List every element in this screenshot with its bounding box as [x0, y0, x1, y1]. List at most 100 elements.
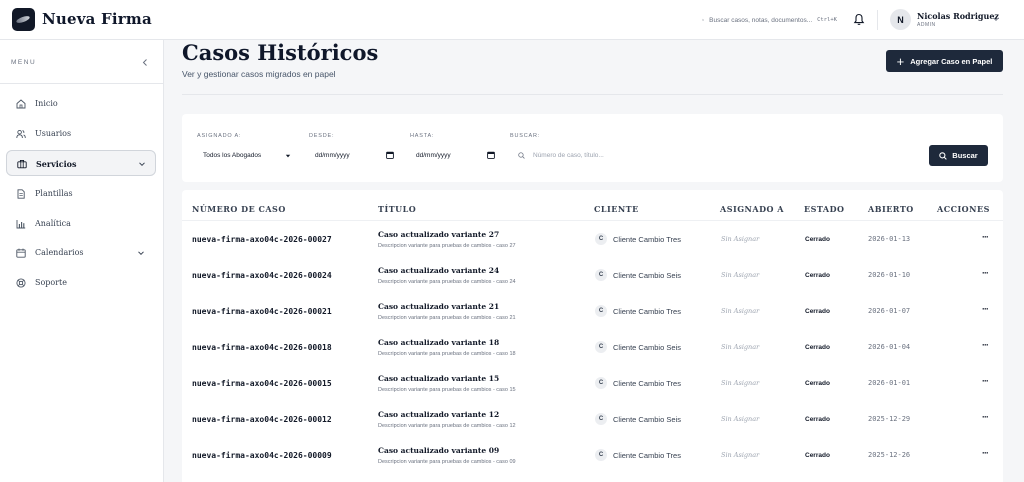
users-icon [16, 129, 26, 139]
sidebar-item-usuarios[interactable]: Usuarios [6, 121, 156, 147]
table-row[interactable]: nueva-firma-axo04c-2026-00027 Caso actual… [182, 222, 1003, 258]
case-number[interactable]: nueva-firma-axo04c-2026-00024 [192, 271, 332, 280]
case-title[interactable]: Caso actualizado variante 18 [378, 338, 499, 347]
column-header-state[interactable]: ESTADO [804, 204, 845, 214]
more-actions-icon[interactable]: ··· [982, 232, 989, 242]
column-header-title[interactable]: TÍTULO [378, 204, 416, 214]
case-title[interactable]: Caso actualizado variante 15 [378, 374, 499, 383]
avatar[interactable]: N [890, 9, 911, 30]
status-badge: Cerrado [805, 236, 830, 243]
to-date-placeholder: dd/mm/yyyy [416, 152, 451, 159]
more-actions-icon[interactable]: ··· [982, 412, 989, 422]
assigned-to: Sin Asignar [721, 307, 760, 315]
case-title[interactable]: Caso actualizado variante 12 [378, 410, 499, 419]
more-actions-icon[interactable]: ··· [982, 268, 989, 278]
calendar-icon [16, 248, 26, 258]
sidebar-item-label: Servicios [36, 159, 77, 169]
search-button[interactable]: Buscar [929, 145, 988, 166]
more-actions-icon[interactable]: ··· [982, 376, 989, 386]
sidebar-item-label: Usuarios [35, 129, 72, 138]
sidebar-item-inicio[interactable]: Inicio [6, 91, 156, 117]
case-number[interactable]: nueva-firma-axo04c-2026-00009 [192, 451, 332, 460]
add-paper-case-button[interactable]: + Agregar Caso en Papel [886, 50, 1003, 72]
case-title[interactable]: Caso actualizado variante 09 [378, 446, 499, 455]
brand-logo[interactable] [12, 8, 35, 31]
case-number[interactable]: nueva-firma-axo04c-2026-00021 [192, 307, 332, 316]
sidebar-header: MENU [0, 40, 163, 84]
user-name[interactable]: Nicolas Rodriguez [917, 11, 999, 21]
search-filter-label: BUSCAR: [510, 133, 541, 139]
assigned-to: Sin Asignar [721, 451, 760, 459]
client-name: Cliente Cambio Tres [613, 307, 681, 316]
sidebar-item-label: Plantillas [35, 189, 73, 198]
case-description: Descripcion variante para pruebas de cam… [378, 351, 516, 357]
case-description: Descripcion variante para pruebas de cam… [378, 459, 516, 465]
status-badge: Cerrado [805, 308, 830, 315]
client-name: Cliente Cambio Tres [613, 451, 681, 460]
search-icon [939, 151, 948, 160]
chevron-down-icon[interactable] [138, 160, 146, 168]
column-header-case-number[interactable]: NÚMERO DE CASO [192, 204, 286, 214]
top-bar: Nueva Firma Buscar casos, notas, documen… [0, 0, 1024, 40]
table-row[interactable]: nueva-firma-axo04c-2026-00018 Caso actual… [182, 330, 1003, 366]
sidebar-item-soporte[interactable]: Soporte [6, 270, 156, 296]
more-actions-icon[interactable]: ··· [982, 340, 989, 350]
chevron-down-icon[interactable] [137, 249, 145, 257]
client-name: Cliente Cambio Seis [613, 271, 681, 280]
column-header-assigned[interactable]: ASIGNADO A [720, 204, 784, 214]
case-number[interactable]: nueva-firma-axo04c-2026-00015 [192, 379, 332, 388]
table-row[interactable]: nueva-firma-axo04c-2026-00012 Caso actual… [182, 402, 1003, 438]
client-avatar: C [595, 341, 607, 353]
assigned-to: Sin Asignar [721, 343, 760, 351]
case-title[interactable]: Caso actualizado variante 21 [378, 302, 499, 311]
sidebar-item-plantillas[interactable]: Plantillas [6, 181, 156, 207]
divider [182, 94, 1003, 95]
assigned-to: Sin Asignar [721, 415, 760, 423]
sidebar-item-label: Inicio [35, 99, 58, 108]
case-number[interactable]: nueva-firma-axo04c-2026-00012 [192, 415, 332, 424]
opened-date: 2025-12-29 [868, 415, 911, 423]
client-avatar: C [595, 233, 607, 245]
calendar-icon[interactable] [386, 151, 394, 159]
file-icon [17, 189, 25, 199]
table-row[interactable]: nueva-firma-axo04c-2026-00009 Caso actual… [182, 438, 1003, 474]
sidebar-item-label: Calendarios [35, 248, 84, 257]
from-date-placeholder: dd/mm/yyyy [315, 152, 350, 159]
case-title[interactable]: Caso actualizado variante 27 [378, 230, 499, 239]
more-actions-icon[interactable]: ··· [982, 304, 989, 314]
caret-down-icon [285, 154, 291, 158]
case-number[interactable]: nueva-firma-axo04c-2026-00018 [192, 343, 332, 352]
bar-chart-icon [16, 220, 26, 229]
global-search-placeholder: Buscar casos, notas, documentos... [709, 16, 813, 24]
status-badge: Cerrado [805, 416, 830, 423]
more-actions-icon[interactable]: ··· [982, 448, 989, 458]
bell-icon[interactable] [853, 13, 865, 26]
column-header-actions: ACCIONES [937, 204, 990, 214]
column-header-client[interactable]: CLIENTE [594, 204, 639, 214]
sidebar-item-analitica[interactable]: Analítica [6, 211, 156, 237]
search-icon [702, 19, 705, 21]
table-row[interactable]: nueva-firma-axo04c-2026-00021 Caso actual… [182, 294, 1003, 330]
client-avatar: C [595, 413, 607, 425]
client-name: Cliente Cambio Seis [613, 415, 681, 424]
home-icon [16, 99, 26, 109]
case-description: Descripcion variante para pruebas de cam… [378, 423, 516, 429]
chevron-down-icon[interactable] [992, 15, 1000, 23]
calendar-icon[interactable] [487, 151, 495, 159]
case-title[interactable]: Caso actualizado variante 24 [378, 266, 499, 275]
menu-label: MENU [11, 59, 37, 66]
global-search[interactable]: Buscar casos, notas, documentos... Ctrl+… [702, 13, 837, 27]
brand-name[interactable]: Nueva Firma [42, 10, 152, 28]
sidebar-item-servicios[interactable]: Servicios [6, 150, 156, 176]
assigned-to: Sin Asignar [721, 271, 760, 279]
table-row[interactable]: nueva-firma-axo04c-2026-00015 Caso actual… [182, 366, 1003, 402]
sidebar-item-calendarios[interactable]: Calendarios [6, 240, 156, 266]
client-name: Cliente Cambio Seis [613, 343, 681, 352]
column-header-opened[interactable]: ABIERTO [868, 204, 914, 214]
assigned-to: Sin Asignar [721, 235, 760, 243]
table-row[interactable]: nueva-firma-axo04c-2026-00024 Caso actual… [182, 258, 1003, 294]
collapse-sidebar-icon[interactable] [141, 58, 149, 67]
case-number[interactable]: nueva-firma-axo04c-2026-00027 [192, 235, 332, 244]
search-button-label: Buscar [952, 151, 978, 160]
opened-date: 2025-12-26 [868, 451, 911, 459]
